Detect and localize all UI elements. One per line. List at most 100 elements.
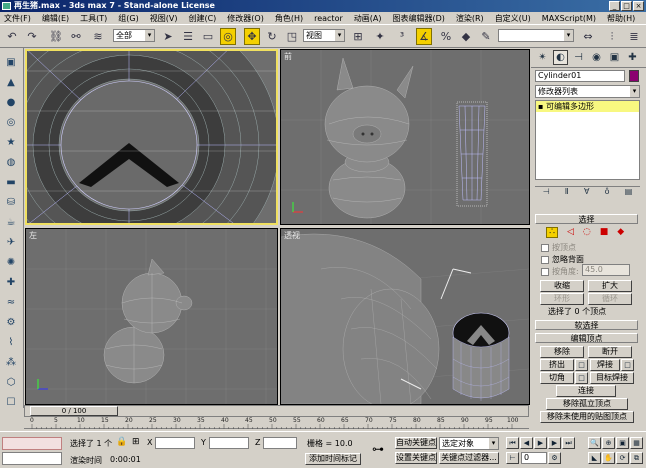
selection-filter-dropdown[interactable]: 全部 xyxy=(113,29,155,42)
arc-rotate-icon[interactable]: ⟳ xyxy=(616,452,629,464)
menu-help[interactable]: 帮助(H) xyxy=(607,13,635,24)
viewport-left[interactable]: 左 xyxy=(25,228,278,405)
menu-group[interactable]: 组(G) xyxy=(118,13,138,24)
soft-selection-rollout-header[interactable]: 软选择 xyxy=(535,320,638,330)
compound-icon[interactable]: ⬡ xyxy=(3,374,19,390)
element-icon[interactable]: ◆ xyxy=(617,227,624,238)
extrude-button[interactable]: 挤出 xyxy=(540,359,574,371)
window-crossing-icon[interactable]: ◎ xyxy=(220,28,236,45)
sphere-icon[interactable]: ● xyxy=(3,94,19,110)
polygon-icon[interactable]: ■ xyxy=(600,227,609,238)
select-manipulate-icon[interactable]: ✦ xyxy=(372,28,388,45)
select-move-icon[interactable]: ✥ xyxy=(244,28,260,45)
viewport-top[interactable] xyxy=(25,49,278,225)
selection-rollout-header[interactable]: 选择 xyxy=(535,214,638,224)
menu-maxscript[interactable]: MAXScript(M) xyxy=(542,14,596,23)
play-icon[interactable]: ▶ xyxy=(534,437,547,449)
menu-graph-editors[interactable]: 图表编辑器(D) xyxy=(392,13,444,24)
menu-edit[interactable]: 编辑(E) xyxy=(42,13,69,24)
menu-animation[interactable]: 动画(A) xyxy=(354,13,382,24)
lock-icon[interactable]: 🔒 xyxy=(116,437,127,447)
extrude-settings-button[interactable]: □ xyxy=(575,359,588,371)
spinner-snap-icon[interactable]: ◆ xyxy=(458,28,474,45)
menu-reactor[interactable]: reactor xyxy=(314,14,343,23)
undo-icon[interactable]: ↶ xyxy=(4,28,20,45)
remove-unused-map-button[interactable]: 移除未使用的贴图顶点 xyxy=(540,411,634,423)
ignore-backfacing-checkbox[interactable]: 忽略背面 xyxy=(541,254,584,265)
stack-item[interactable]: ▪ 可编辑多边形 xyxy=(536,101,639,112)
zoom-icon[interactable]: 🔍 xyxy=(588,437,601,449)
cone-icon[interactable]: ▲ xyxy=(3,74,19,90)
layer-manager-icon[interactable]: ≣ xyxy=(626,28,642,45)
render-icon[interactable]: ☐ xyxy=(3,394,19,410)
key-icon[interactable]: ⊶ xyxy=(372,442,384,456)
spacewarp-icon[interactable]: ≈ xyxy=(3,294,19,310)
zoom-all-icon[interactable]: ⊕ xyxy=(602,437,615,449)
create-tab-icon[interactable]: ✴ xyxy=(535,50,550,65)
shrink-button[interactable]: 收缩 xyxy=(540,280,584,292)
set-key-button[interactable]: 设置关键点 xyxy=(395,452,437,464)
zoom-extents-all-icon[interactable]: ▦ xyxy=(630,437,643,449)
rectangular-selection-icon[interactable]: ▭ xyxy=(200,28,216,45)
select-object-icon[interactable]: ➤ xyxy=(160,28,176,45)
reference-coord-dropdown[interactable]: 视图 xyxy=(303,29,345,42)
chamfer-button[interactable]: 切角 xyxy=(540,372,574,384)
viewport-front[interactable]: 前 xyxy=(280,49,530,225)
menu-views[interactable]: 视图(V) xyxy=(150,13,178,24)
menu-modifiers[interactable]: 修改器(O) xyxy=(227,13,264,24)
goto-end-icon[interactable]: ⏭ xyxy=(562,437,575,449)
teapot-icon[interactable]: ☕ xyxy=(3,214,19,230)
plane-icon[interactable]: ▬ xyxy=(3,174,19,190)
particle-icon[interactable]: ⁂ xyxy=(3,354,19,370)
align-icon[interactable]: ⫶ xyxy=(604,28,620,45)
edit-vertices-rollout-header[interactable]: 编辑顶点 xyxy=(535,333,638,343)
viewport-perspective[interactable]: 透视 xyxy=(280,228,530,405)
select-rotate-icon[interactable]: ↻ xyxy=(264,28,280,45)
menu-rendering[interactable]: 渲染(R) xyxy=(456,13,484,24)
weld-button[interactable]: 焊接 xyxy=(590,359,620,371)
torus-icon[interactable]: ◎ xyxy=(3,114,19,130)
add-time-tag-button[interactable]: 添加时间标记 xyxy=(305,453,361,465)
key-mode-icon[interactable]: ⊢ xyxy=(506,452,519,464)
snap-toggle-icon[interactable]: ³ xyxy=(394,28,410,45)
maxscript-listener-field[interactable] xyxy=(2,437,62,450)
cylinder-icon[interactable]: ⛁ xyxy=(3,194,19,210)
hierarchy-tab-icon[interactable]: ⊣ xyxy=(571,50,586,65)
show-end-result-icon[interactable]: Ⅱ xyxy=(565,187,569,196)
named-selection-dropdown[interactable] xyxy=(498,29,574,42)
edge-icon[interactable]: ◁ xyxy=(567,227,574,238)
by-vertex-checkbox[interactable]: 按顶点 xyxy=(541,242,576,253)
current-frame-field[interactable]: 0 xyxy=(521,452,547,464)
next-frame-icon[interactable]: ▶ xyxy=(548,437,561,449)
zoom-extents-icon[interactable]: ▣ xyxy=(616,437,629,449)
configure-sets-icon[interactable]: ▤ xyxy=(625,187,633,196)
select-link-icon[interactable]: ⛓ xyxy=(48,28,64,45)
display-tab-icon[interactable]: ▣ xyxy=(607,50,622,65)
redo-icon[interactable]: ↷ xyxy=(24,28,40,45)
goto-start-icon[interactable]: ⏮ xyxy=(506,437,519,449)
absolute-mode-icon[interactable]: ⊞ xyxy=(132,437,140,447)
fov-icon[interactable]: ◣ xyxy=(588,452,601,464)
pivot-center-icon[interactable]: ⊞ xyxy=(350,28,366,45)
object-name-field[interactable]: Cylinder01 xyxy=(535,70,625,82)
time-slider-thumb[interactable]: 0 / 100 xyxy=(30,406,118,416)
weld-settings-button[interactable]: □ xyxy=(621,359,634,371)
remove-modifier-icon[interactable]: ô xyxy=(605,187,610,196)
maximize-viewport-icon[interactable]: ⧉ xyxy=(630,452,643,464)
percent-snap-icon[interactable]: % xyxy=(438,28,454,45)
modifier-list-dropdown[interactable]: 修改器列表 xyxy=(535,85,640,98)
by-angle-checkbox[interactable]: 按角度: xyxy=(541,266,579,277)
stack-expand-icon[interactable]: ▪ xyxy=(538,102,546,111)
track-bar[interactable]: 0 5 10 15 20 25 30 35 40 45 50 55 60 65 … xyxy=(24,417,529,429)
break-button[interactable]: 断开 xyxy=(588,346,632,358)
grow-button[interactable]: 扩大 xyxy=(588,280,632,292)
z-coordinate-field[interactable] xyxy=(263,437,297,449)
unlink-icon[interactable]: ⚯ xyxy=(68,28,84,45)
select-scale-icon[interactable]: ◳ xyxy=(284,28,300,45)
remove-isolated-button[interactable]: 移除孤立顶点 xyxy=(546,398,628,410)
maxscript-output-field[interactable] xyxy=(2,452,62,465)
object-color-swatch[interactable] xyxy=(629,70,639,82)
ring-button[interactable]: 环形 xyxy=(540,293,584,305)
light-icon[interactable]: ✺ xyxy=(3,254,19,270)
pin-stack-icon[interactable]: ⊣ xyxy=(543,187,550,196)
